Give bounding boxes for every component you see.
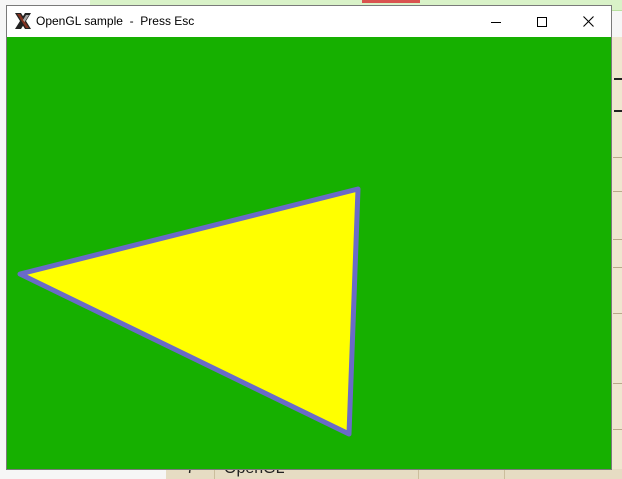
maximize-icon xyxy=(537,12,547,31)
close-icon xyxy=(582,12,594,31)
background-mark xyxy=(614,110,622,112)
background-rule xyxy=(613,383,622,384)
background-row-number: 7 xyxy=(186,469,195,478)
title-bar[interactable]: OpenGL sample - Press Esc xyxy=(7,6,611,37)
background-mark xyxy=(614,78,622,80)
background-rule xyxy=(613,429,622,430)
close-button[interactable] xyxy=(565,6,611,37)
maximize-button[interactable] xyxy=(519,6,565,37)
background-rule xyxy=(613,267,622,268)
minimize-icon xyxy=(491,12,501,31)
background-row-text: OpenGL xyxy=(224,469,284,478)
background-rule xyxy=(613,313,622,314)
background-table-peek: 7 OpenGL xyxy=(166,469,622,479)
window-title: OpenGL sample - Press Esc xyxy=(36,14,195,28)
background-window-strip-right xyxy=(611,37,622,479)
gl-canvas[interactable] xyxy=(7,37,611,469)
gl-viewport[interactable] xyxy=(7,37,611,469)
background-cell-divider xyxy=(418,469,419,479)
minimize-button[interactable] xyxy=(473,6,519,37)
background-rule xyxy=(613,191,622,192)
x-app-icon[interactable] xyxy=(14,12,32,30)
background-red-marker xyxy=(362,0,420,3)
background-cell-divider xyxy=(214,469,215,479)
background-cell-divider xyxy=(504,469,505,479)
background-rule xyxy=(613,157,622,158)
background-rule xyxy=(613,239,622,240)
opengl-window: OpenGL sample - Press Esc xyxy=(7,6,611,469)
